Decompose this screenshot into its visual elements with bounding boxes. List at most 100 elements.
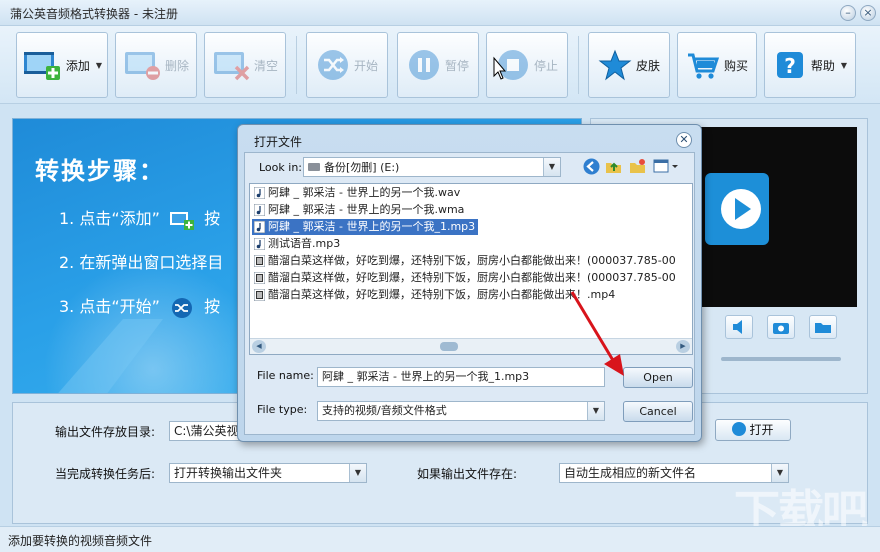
chevron-down-icon: ▼ — [349, 464, 366, 482]
delete-label: 删除 — [164, 58, 189, 73]
delete-button[interactable]: 删除 — [115, 32, 197, 98]
shuffle-icon — [172, 297, 193, 318]
folder-icon — [815, 323, 831, 333]
buy-button[interactable]: 购买 — [677, 32, 757, 98]
list-item[interactable]: 阿肆 _ 郭采洁 - 世界上的另一个我.wav — [252, 185, 463, 201]
step-1: 1. 点击“添加” 按 — [59, 205, 220, 230]
snapshot-button[interactable] — [767, 315, 795, 339]
scroll-left-icon[interactable]: ◀ — [252, 340, 266, 353]
minimize-button[interactable]: – — [840, 5, 856, 21]
add-button[interactable]: 添加 ▼ — [16, 32, 108, 98]
delete-video-icon — [124, 52, 160, 80]
open-button[interactable]: Open — [623, 367, 693, 388]
step-2-text: 2. 在新弹出窗口选择目 — [59, 253, 224, 272]
horizontal-scrollbar[interactable]: ◀ ▶ — [250, 338, 692, 354]
list-item[interactable]: 测试语音.mp3 — [252, 236, 343, 252]
help-icon: ? — [776, 52, 803, 78]
file-name: 测试语音.mp3 — [268, 237, 341, 250]
back-icon[interactable] — [583, 158, 600, 175]
clear-button[interactable]: 清空 — [204, 32, 286, 98]
open-folder-label: 打开 — [749, 423, 774, 437]
chevron-down-icon: ▼ — [587, 402, 604, 420]
music-note-icon — [254, 221, 265, 233]
star-icon — [598, 49, 632, 81]
step-3: 3. 点击“开始” 按 — [59, 293, 220, 318]
start-button[interactable]: 开始 — [306, 32, 388, 98]
look-in-value: 备份[勿删] (E:) — [324, 161, 400, 174]
output-dir-label: 输出文件存放目录: — [55, 425, 156, 439]
status-bar: 添加要转换的视频音频文件 — [0, 526, 880, 552]
look-in-select[interactable]: 备份[勿删] (E:) ▼ — [303, 157, 561, 177]
skin-label: 皮肤 — [635, 58, 660, 73]
file-exists-label: 如果输出文件存在: — [417, 467, 518, 481]
list-item-selected[interactable]: 阿肆 _ 郭采洁 - 世界上的另一个我_1.mp3 — [252, 219, 479, 235]
shopping-cart-icon — [687, 53, 720, 79]
step-3-suffix: 按 — [204, 297, 221, 316]
close-button[interactable]: × — [860, 5, 876, 21]
video-file-icon — [254, 289, 265, 301]
file-name: 醋溜白菜这样做，好吃到爆，还特别下饭，厨房小白都能做出来！.mp4 — [268, 288, 616, 301]
cancel-button[interactable]: Cancel — [623, 401, 693, 422]
music-note-icon — [254, 204, 265, 216]
chevron-down-icon: ▼ — [543, 158, 560, 176]
music-note-icon — [254, 187, 265, 199]
skin-button[interactable]: 皮肤 — [588, 32, 670, 98]
stop-label: 停止 — [533, 58, 558, 73]
file-name: 阿肆 _ 郭采洁 - 世界上的另一个我_1.mp3 — [268, 220, 476, 233]
file-exists-value: 自动生成相应的新文件名 — [564, 466, 697, 480]
after-task-value: 打开转换输出文件夹 — [174, 466, 283, 480]
scroll-right-icon[interactable]: ▶ — [676, 340, 690, 353]
file-type-value: 支持的视频/音频文件格式 — [322, 404, 447, 417]
after-task-label: 当完成转换任务后: — [55, 467, 156, 481]
file-name: 阿肆 _ 郭采洁 - 世界上的另一个我.wav — [268, 186, 461, 199]
file-name-input[interactable]: 阿肆 _ 郭采洁 - 世界上的另一个我_1.mp3 — [317, 367, 605, 387]
status-text: 添加要转换的视频音频文件 — [8, 534, 153, 548]
view-menu-icon[interactable] — [653, 158, 679, 175]
file-name-label: File name: — [257, 369, 314, 382]
after-task-select[interactable]: 打开转换输出文件夹 ▼ — [169, 463, 367, 483]
toolbar-divider — [296, 36, 297, 94]
add-label: 添加 — [65, 58, 90, 73]
speaker-icon — [733, 320, 742, 334]
film-reel-icon — [732, 422, 747, 436]
step-1-suffix: 按 — [204, 209, 221, 228]
file-name: 醋溜白菜这样做，好吃到爆，还特别下饭，厨房小白都能做出来！(000037.785… — [268, 254, 676, 267]
folder-button[interactable] — [809, 315, 837, 339]
video-file-icon — [254, 255, 265, 267]
video-file-icon — [254, 272, 265, 284]
window-title: 蒲公英音频格式转换器 - 未注册 — [10, 7, 178, 21]
list-item[interactable]: 醋溜白菜这样做，好吃到爆，还特别下饭，厨房小白都能做出来！.mp4 — [252, 287, 618, 303]
pause-button[interactable]: 暂停 — [397, 32, 479, 98]
play-icon[interactable] — [705, 173, 769, 245]
file-type-label: File type: — [257, 403, 308, 416]
file-type-select[interactable]: 支持的视频/音频文件格式 ▼ — [317, 401, 605, 421]
toolbar: 添加 ▼ 删除 清空 开始 暂停 停止 皮肤 购买 ? 帮助 ▼ — [0, 26, 880, 104]
file-name: 醋溜白菜这样做，好吃到爆，还特别下饭，厨房小白都能做出来！(000037.785… — [268, 271, 676, 284]
toolbar-divider — [578, 36, 579, 94]
svg-text:?: ? — [784, 54, 796, 78]
list-item[interactable]: 阿肆 _ 郭采洁 - 世界上的另一个我.wma — [252, 202, 467, 218]
up-folder-icon[interactable] — [605, 158, 622, 175]
stop-button[interactable]: 停止 — [486, 32, 568, 98]
volume-button[interactable] — [725, 315, 753, 339]
list-item[interactable]: 醋溜白菜这样做，好吃到爆，还特别下饭，厨房小白都能做出来！(000037.785… — [252, 270, 679, 286]
look-in-label: Look in: — [259, 161, 302, 174]
open-folder-button[interactable]: 打开 — [715, 419, 791, 441]
scroll-thumb[interactable] — [440, 342, 458, 351]
title-bar: 蒲公英音频格式转换器 - 未注册 – × — [0, 0, 880, 26]
buy-label: 购买 — [723, 58, 748, 73]
chevron-down-icon: ▼ — [95, 60, 103, 70]
list-item[interactable]: 醋溜白菜这样做，好吃到爆，还特别下饭，厨房小白都能做出来！(000037.785… — [252, 253, 679, 269]
help-button[interactable]: ? 帮助 ▼ — [764, 32, 856, 98]
add-video-icon — [170, 211, 195, 230]
shuffle-icon — [317, 50, 348, 80]
step-1-text: 1. 点击“添加” — [59, 209, 160, 228]
file-list[interactable]: 阿肆 _ 郭采洁 - 世界上的另一个我.wav 阿肆 _ 郭采洁 - 世界上的另… — [249, 183, 693, 355]
new-folder-icon[interactable] — [629, 158, 646, 175]
dialog-close-button[interactable]: ✕ — [676, 132, 692, 148]
seek-bar[interactable] — [721, 357, 841, 361]
step-2: 2. 在新弹出窗口选择目 — [59, 249, 223, 273]
step-3-text: 3. 点击“开始” — [59, 297, 160, 316]
camera-icon — [773, 323, 789, 334]
help-label: 帮助 — [810, 58, 835, 73]
